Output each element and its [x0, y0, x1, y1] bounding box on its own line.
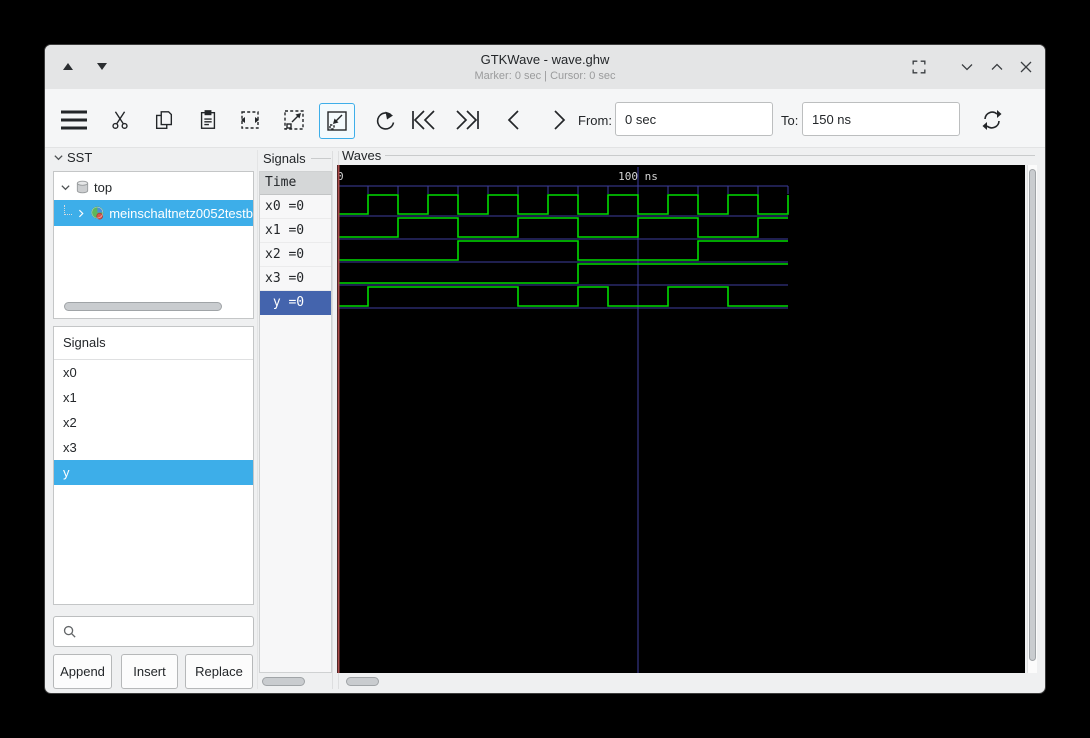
window-title: GTKWave - wave.ghw	[480, 52, 610, 67]
next-button[interactable]	[541, 103, 575, 137]
frame-line	[311, 158, 331, 159]
replace-button[interactable]: Replace	[185, 654, 253, 689]
screenshot-stage: GTKWave - wave.ghw Marker: 0 sec | Curso…	[0, 0, 1090, 738]
wave-name-row-y[interactable]: y =0	[260, 291, 331, 315]
names-hscrollbar-thumb[interactable]	[262, 677, 305, 686]
zoom-fit-button[interactable]	[233, 103, 267, 137]
copy-button[interactable]	[147, 103, 181, 137]
signal-list-item-x0[interactable]: x0	[54, 360, 253, 385]
gtkwave-window: GTKWave - wave.ghw Marker: 0 sec | Curso…	[44, 44, 1046, 694]
wave-canvas[interactable]: 0 100 ns	[337, 165, 1025, 673]
frame-line	[385, 155, 1035, 156]
signal-list-item-x1[interactable]: x1	[54, 385, 253, 410]
chevron-left-icon	[507, 110, 519, 130]
tree-item-label: top	[94, 179, 113, 195]
append-button[interactable]: Append	[53, 654, 112, 689]
menu-icon	[61, 110, 87, 130]
svg-text:100 ns: 100 ns	[618, 170, 658, 183]
copy-icon	[155, 111, 173, 129]
tree-branch-line	[64, 205, 73, 215]
waves-hscrollbar-thumb[interactable]	[346, 677, 379, 686]
undo-button[interactable]	[367, 103, 401, 137]
reload-icon	[982, 110, 1002, 130]
maximize-button[interactable]	[985, 55, 1009, 79]
signal-search-input[interactable]	[53, 616, 254, 647]
reload-button[interactable]	[975, 103, 1009, 137]
to-input[interactable]	[802, 102, 960, 136]
chevron-down-icon	[961, 64, 973, 71]
component-cylinder-icon	[76, 180, 89, 194]
signal-list-item-y[interactable]: y	[54, 460, 253, 485]
wave-name-column: Time x0 =0 x1 =0 x2 =0 x3 =0 y =0	[259, 171, 332, 673]
sst-tree: top meinschaltnetz0052testb	[53, 171, 254, 319]
chevron-right-icon	[554, 110, 566, 130]
go-last-button[interactable]	[450, 103, 484, 137]
from-input[interactable]	[615, 102, 773, 136]
fullscreen-icon	[912, 60, 926, 74]
tree-item-module[interactable]: meinschaltnetz0052testb	[54, 200, 253, 226]
close-button[interactable]	[1014, 55, 1038, 79]
to-label: To:	[781, 113, 799, 128]
chevron-up-icon	[991, 63, 1003, 70]
waves-vscrollbar-thumb[interactable]	[1029, 169, 1036, 661]
titlebar: GTKWave - wave.ghw Marker: 0 sec | Curso…	[45, 45, 1045, 90]
go-first-button[interactable]	[407, 103, 441, 137]
zoom-in-icon	[284, 110, 304, 130]
menu-button[interactable]	[57, 103, 91, 137]
waves-hscrollbar[interactable]	[337, 677, 1025, 687]
cut-icon	[112, 111, 128, 130]
module-globe-icon	[91, 206, 104, 220]
expander-chevron-down-icon	[61, 184, 70, 190]
go-first-icon	[412, 110, 435, 130]
magnifier-icon	[63, 625, 76, 638]
signals-list-panel: Signals x0 x1 x2 x3 y	[53, 326, 254, 605]
close-icon	[1020, 61, 1032, 73]
cut-button[interactable]	[103, 103, 137, 137]
tree-item-top[interactable]: top	[54, 174, 253, 200]
waveform-plot: 0 100 ns	[337, 165, 789, 673]
toolbar: From: To:	[45, 89, 1045, 148]
marker-cursor-status: Marker: 0 sec | Cursor: 0 sec	[474, 70, 616, 82]
zoom-out-button[interactable]	[319, 103, 355, 139]
prev-button[interactable]	[498, 103, 532, 137]
expander-chevron-right-icon	[79, 209, 84, 217]
sst-hscrollbar-thumb[interactable]	[64, 302, 222, 311]
wave-signals-frame-label: Signals	[263, 151, 306, 166]
from-label: From:	[578, 113, 612, 128]
waves-vscrollbar[interactable]	[1027, 165, 1037, 673]
wave-name-row-x1[interactable]: x1 =0	[260, 219, 331, 243]
signal-list-item-x3[interactable]: x3	[54, 435, 253, 460]
wave-name-row-x3[interactable]: x3 =0	[260, 267, 331, 291]
wave-name-row-x2[interactable]: x2 =0	[260, 243, 331, 267]
minimize-button[interactable]	[955, 55, 979, 79]
zoom-in-button[interactable]	[277, 103, 311, 137]
signal-list-item-x2[interactable]: x2	[54, 410, 253, 435]
chevron-down-icon	[54, 155, 63, 161]
zoom-fit-icon	[241, 111, 259, 129]
names-hscrollbar[interactable]	[259, 677, 332, 687]
paste-button[interactable]	[191, 103, 225, 137]
sst-header-label: SST	[67, 150, 93, 165]
tree-item-label: meinschaltnetz0052testb	[109, 205, 253, 221]
insert-button[interactable]: Insert	[121, 654, 178, 689]
wave-name-row-x0[interactable]: x0 =0	[260, 195, 331, 219]
waves-frame-label: Waves	[342, 148, 382, 163]
time-header[interactable]: Time	[260, 172, 331, 195]
fullscreen-button[interactable]	[907, 55, 931, 79]
signals-list-header: Signals	[54, 327, 253, 360]
zoom-out-icon	[327, 111, 347, 131]
undo-icon	[376, 111, 395, 130]
go-last-icon	[456, 110, 479, 130]
paste-icon	[200, 110, 216, 129]
sst-header[interactable]: SST	[53, 150, 92, 165]
